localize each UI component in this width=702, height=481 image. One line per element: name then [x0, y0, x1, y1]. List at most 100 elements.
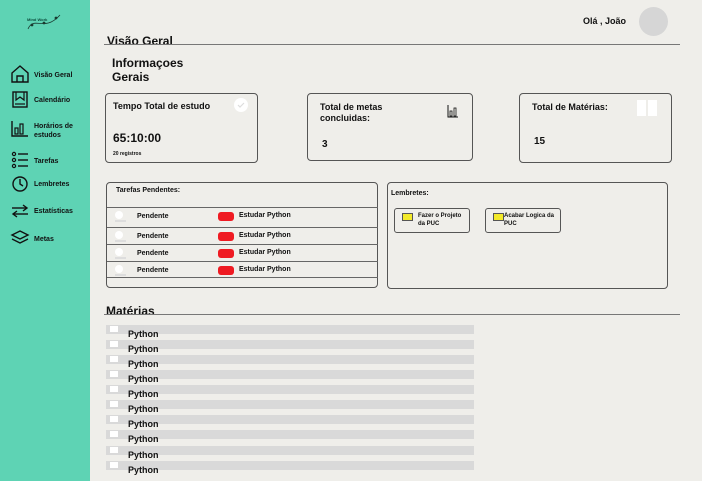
pending-tasks-panel: Tarefas Pendentes: Pendente Estudar Pyth…	[106, 182, 378, 288]
materia-name: Python	[128, 450, 159, 460]
list-item[interactable]: Python	[106, 325, 474, 339]
task-status: Pendente	[137, 213, 169, 220]
sidebar-item-metas[interactable]: Metas	[0, 228, 90, 248]
calendar-icon	[12, 91, 28, 108]
task-tag	[218, 266, 234, 275]
bar-chart-icon	[447, 105, 458, 118]
goals-card: Total de metas concluidas: 3	[307, 93, 473, 161]
clock-icon	[12, 176, 28, 192]
book-icon	[110, 462, 118, 468]
table-row[interactable]: Pendente Estudar Python	[107, 227, 378, 244]
book-icon	[110, 447, 118, 453]
list-item[interactable]: Python	[106, 340, 474, 354]
divider	[104, 314, 680, 315]
card-value: 65:10:00	[113, 131, 162, 145]
task-tag	[218, 212, 234, 221]
list-item[interactable]: Python	[106, 415, 474, 429]
task-name: Estudar Python	[239, 249, 291, 256]
materia-name: Python	[128, 389, 159, 399]
materia-name: Python	[128, 329, 159, 339]
study-time-card: Tempo Total de estudo 65:10:00 20 regist…	[105, 93, 258, 163]
card-value: 15	[534, 136, 546, 147]
sidebar-item-tarefas[interactable]: Tarefas	[0, 150, 90, 170]
book-icon	[110, 401, 118, 407]
book-icon	[637, 100, 657, 116]
task-thumbnail-icon	[115, 265, 126, 276]
subjects-card: Total de Matérias: 15	[519, 93, 672, 163]
book-icon	[110, 341, 118, 347]
task-thumbnail-icon	[115, 211, 126, 222]
logo-icon	[27, 14, 61, 30]
sidebar-item-label: Metas	[34, 236, 54, 243]
reminder-note[interactable]: Fazer o Projeto da PUC	[394, 208, 470, 233]
task-status: Pendente	[137, 267, 169, 274]
book-icon	[110, 386, 118, 392]
book-icon	[110, 416, 118, 422]
card-title: Tempo Total de estudo	[113, 101, 211, 111]
stopwatch-icon	[234, 98, 248, 112]
reminder-note[interactable]: Acabar Logica da PUC	[485, 208, 561, 233]
task-status: Pendente	[137, 233, 169, 240]
avatar[interactable]	[639, 7, 668, 36]
list-item[interactable]: Python	[106, 370, 474, 384]
card-title: Total de Matérias:	[532, 102, 608, 112]
sidebar-item-label: Tarefas	[34, 158, 59, 165]
materia-name: Python	[128, 374, 159, 384]
reminders-panel: Lembretes: Fazer o Projeto da PUC Acabar…	[387, 182, 668, 289]
book-icon	[110, 431, 118, 437]
book-icon	[110, 371, 118, 377]
list-item[interactable]: Python	[106, 461, 474, 475]
sidebar-item-lembretes[interactable]: Lembretes	[0, 174, 90, 194]
sidebar-item-estatisticas[interactable]: Estatísticas	[0, 201, 90, 221]
note-color-marker	[493, 213, 504, 221]
reminder-text: Fazer o Projeto da PUC	[418, 213, 462, 227]
book-icon	[110, 356, 118, 362]
reminder-text: Acabar Logica da PUC	[504, 213, 555, 227]
card-title: Total de metas concluidas:	[320, 102, 383, 123]
task-name: Estudar Python	[239, 266, 291, 273]
card-subtext: 20 registros	[113, 151, 142, 157]
list-item[interactable]: Python	[106, 430, 474, 444]
panel-title: Tarefas Pendentes:	[116, 187, 181, 194]
section-title: Informaçoes Gerais	[112, 56, 184, 84]
task-thumbnail-icon	[115, 231, 126, 242]
task-tag	[218, 249, 234, 258]
list-item[interactable]: Python	[106, 385, 474, 399]
task-tag	[218, 232, 234, 241]
sidebar-item-horarios[interactable]: Horários de estudos	[0, 118, 90, 139]
note-color-marker	[402, 213, 413, 221]
list-icon	[11, 151, 28, 169]
materia-name: Python	[128, 404, 159, 414]
list-item[interactable]: Python	[106, 446, 474, 460]
sidebar-item-label: Calendário	[34, 97, 71, 104]
materia-name: Python	[128, 344, 159, 354]
list-item[interactable]: Python	[106, 355, 474, 369]
sidebar-item-label: Estatísticas	[34, 208, 73, 215]
materia-name: Python	[128, 359, 159, 369]
card-value: 3	[322, 139, 328, 150]
layers-icon	[10, 230, 30, 244]
divider	[104, 44, 680, 45]
table-row[interactable]: Pendente Estudar Python	[107, 244, 378, 261]
greeting: Olá , João	[583, 16, 627, 26]
sidebar-item-label: Horários de estudos	[34, 123, 73, 139]
task-thumbnail-icon	[115, 248, 126, 259]
home-icon	[11, 65, 29, 83]
materia-name: Python	[128, 465, 159, 475]
table-row[interactable]: Pendente Estudar Python	[107, 207, 378, 224]
sidebar-item-calendario[interactable]: Calendário	[0, 90, 90, 110]
materias-title: Matérias	[106, 304, 155, 318]
materia-name: Python	[128, 419, 159, 429]
task-name: Estudar Python	[239, 212, 291, 219]
schedule-chart-icon	[11, 121, 28, 137]
sidebar-item-label: Lembretes	[34, 181, 70, 188]
task-name: Estudar Python	[239, 232, 291, 239]
sidebar: Mind Work Visão Geral Calendário Horário…	[0, 0, 90, 481]
sidebar-item-visao-geral[interactable]: Visão Geral	[0, 64, 90, 84]
list-item[interactable]: Python	[106, 400, 474, 414]
materia-name: Python	[128, 434, 159, 444]
table-row[interactable]: Pendente Estudar Python	[107, 261, 378, 278]
main-content: Olá , João Visão Geral Informaçoes Gerai…	[90, 0, 702, 481]
page-title: Visão Geral	[107, 34, 173, 48]
sidebar-item-label: Visão Geral	[34, 72, 73, 79]
